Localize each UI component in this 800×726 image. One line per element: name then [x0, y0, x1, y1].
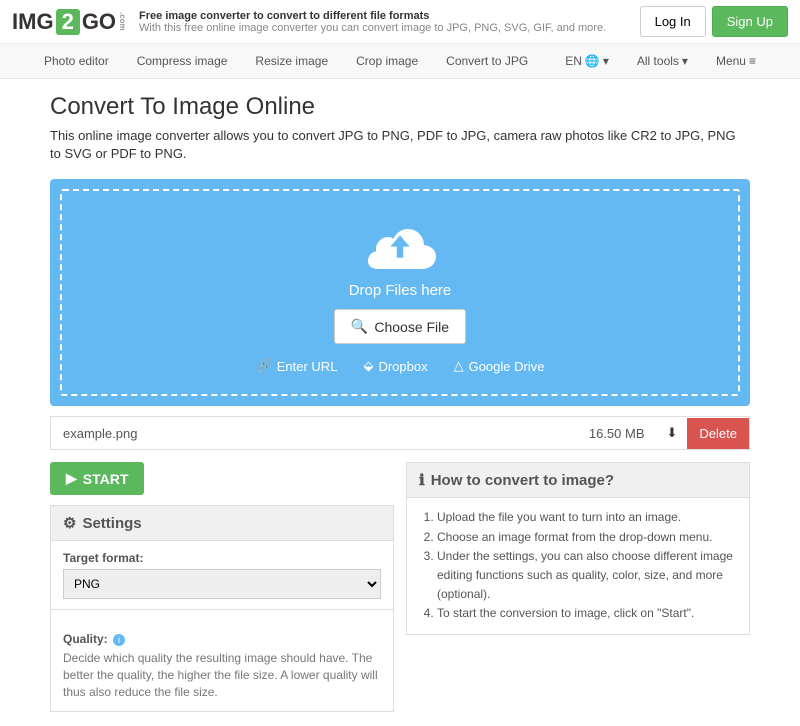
chevron-down-icon: ▾ — [682, 54, 688, 68]
howto-step: Upload the file you want to turn into an… — [437, 508, 737, 527]
dropbox-button[interactable]: ⬙Dropbox — [363, 358, 427, 374]
dropzone[interactable]: Drop Files here 🔍 Choose File 🔗Enter URL… — [50, 179, 750, 406]
search-icon: 🔍 — [351, 318, 368, 335]
howto-steps: Upload the file you want to turn into an… — [419, 508, 737, 623]
language-selector[interactable]: EN🌐▾ — [551, 44, 623, 78]
nav-convert-jpg[interactable]: Convert to JPG — [432, 44, 542, 78]
nav-crop-image[interactable]: Crop image — [342, 44, 432, 78]
howto-step: To start the conversion to image, click … — [437, 604, 737, 623]
nav-resize-image[interactable]: Resize image — [241, 44, 342, 78]
howto-title: How to convert to image? — [431, 472, 614, 489]
hamburger-icon: ≡ — [749, 54, 756, 68]
delete-button[interactable]: Delete — [687, 418, 749, 449]
link-icon: 🔗 — [256, 358, 272, 374]
quality-description: Decide which quality the resulting image… — [63, 650, 381, 700]
logo-go: GO — [82, 9, 116, 35]
logo-num: 2 — [56, 9, 80, 35]
google-drive-icon: △ — [454, 358, 464, 374]
google-drive-button[interactable]: △Google Drive — [454, 358, 545, 374]
dropbox-icon: ⬙ — [363, 358, 373, 374]
logo-com: .com — [118, 12, 127, 31]
tagline-sub: With this free online image converter yo… — [139, 22, 606, 34]
info-icon[interactable]: i — [113, 634, 125, 646]
nav-compress-image[interactable]: Compress image — [123, 44, 242, 78]
globe-icon: 🌐 — [585, 54, 600, 68]
cloud-upload-icon — [360, 211, 440, 271]
chevron-down-icon: ▾ — [603, 54, 609, 68]
file-size: 16.50 MB — [577, 418, 657, 449]
logo-img: IMG — [12, 9, 54, 35]
gear-icon: ⚙ — [63, 514, 76, 532]
choose-file-button[interactable]: 🔍 Choose File — [334, 309, 466, 344]
page-description: This online image converter allows you t… — [50, 127, 750, 163]
start-button[interactable]: ▶ START — [50, 462, 144, 495]
page-title: Convert To Image Online — [50, 93, 750, 121]
tagline-main: Free image converter to convert to diffe… — [139, 10, 606, 22]
menu-toggle[interactable]: Menu≡ — [702, 44, 770, 78]
tagline: Free image converter to convert to diffe… — [139, 10, 606, 34]
settings-title: Settings — [82, 515, 141, 532]
file-name: example.png — [51, 418, 577, 449]
drop-text: Drop Files here — [82, 282, 718, 299]
target-format-select[interactable]: PNG — [63, 569, 381, 599]
howto-step: Choose an image format from the drop-dow… — [437, 528, 737, 547]
all-tools-menu[interactable]: All tools▾ — [623, 44, 702, 78]
howto-panel: ℹ How to convert to image? Upload the fi… — [406, 462, 750, 634]
download-icon[interactable]: ⬇ — [657, 417, 688, 449]
login-button[interactable]: Log In — [640, 6, 706, 37]
nav-photo-editor[interactable]: Photo editor — [30, 44, 123, 78]
howto-step: Under the settings, you can also choose … — [437, 547, 737, 605]
enter-url-button[interactable]: 🔗Enter URL — [256, 358, 338, 374]
quality-label: Quality: — [63, 632, 108, 646]
settings-panel: ⚙ Settings Target format: PNG Quality: i… — [50, 505, 394, 711]
play-icon: ▶ — [66, 470, 77, 487]
target-format-label: Target format: — [63, 551, 143, 565]
info-icon: ℹ — [419, 471, 425, 489]
signup-button[interactable]: Sign Up — [712, 6, 788, 37]
logo[interactable]: IMG 2 GO .com — [12, 9, 127, 35]
file-row: example.png 16.50 MB ⬇ Delete — [50, 416, 750, 450]
